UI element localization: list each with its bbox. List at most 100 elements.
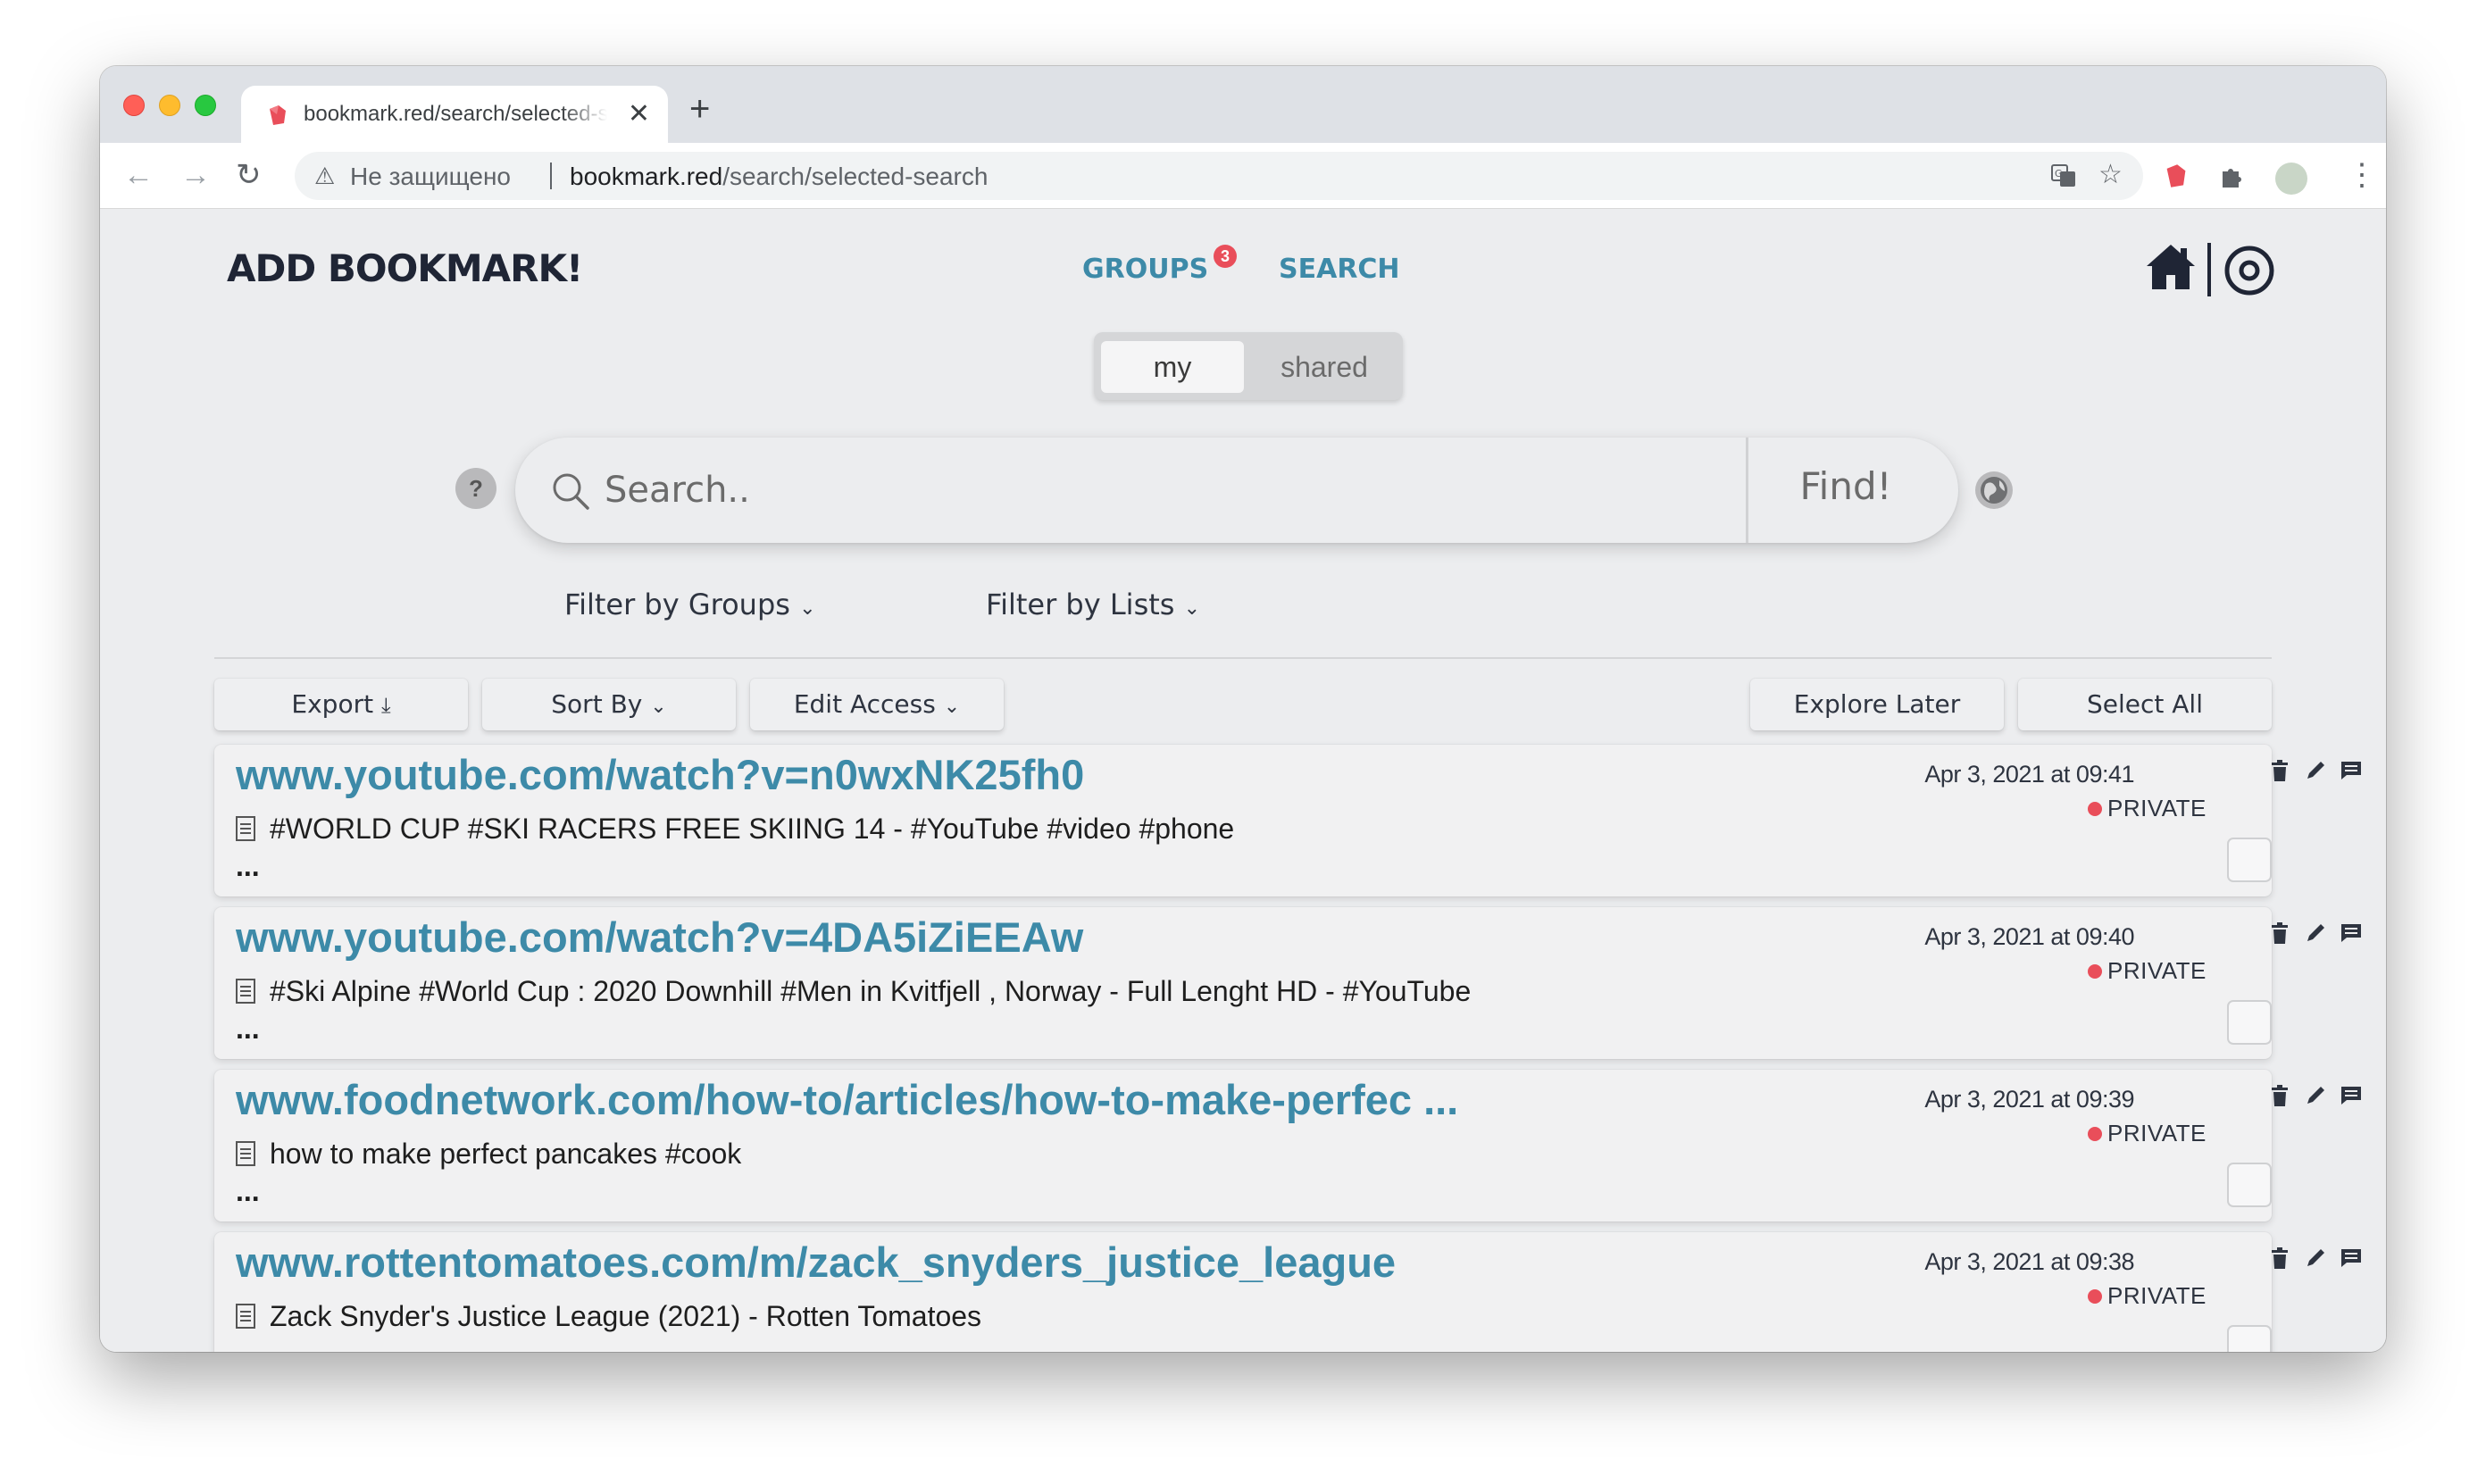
- forward-arrow-icon[interactable]: →: [180, 157, 211, 193]
- expand-more-button[interactable]: ...: [236, 1175, 260, 1208]
- bookmark-description: #WORLD CUP #SKI RACERS FREE SKIING 14 - …: [270, 813, 1235, 845]
- scope-my-button[interactable]: my: [1101, 341, 1244, 393]
- chevron-down-icon: ⌄: [799, 597, 816, 620]
- browser-tab[interactable]: bookmark.red/search/selected-search ✕: [241, 86, 668, 143]
- expand-more-button[interactable]: ...: [236, 850, 260, 883]
- add-bookmark-logo[interactable]: ADD BOOKMARK!: [227, 246, 583, 290]
- document-icon: [236, 816, 255, 841]
- browser-window: bookmark.red/search/selected-search ✕ + …: [100, 66, 2386, 1352]
- scope-shared-button[interactable]: shared: [1253, 341, 1396, 393]
- bookmark-date: Apr 3, 2021 at 09:41: [1924, 761, 2134, 788]
- nav-search-link[interactable]: SEARCH: [1279, 254, 1400, 285]
- select-all-button[interactable]: Select All: [2018, 679, 2272, 730]
- security-status-text[interactable]: Не защищено: [350, 163, 511, 191]
- not-secure-warning-icon[interactable]: ⚠: [314, 163, 335, 190]
- edit-pencil-icon[interactable]: [2304, 759, 2327, 782]
- tab-close-icon[interactable]: ✕: [628, 98, 650, 130]
- filter-by-lists-dropdown[interactable]: Filter by Lists ⌄: [986, 588, 1200, 621]
- extensions-puzzle-icon[interactable]: [2218, 163, 2245, 189]
- document-icon: [236, 979, 255, 1004]
- bookmark-card: www.rottentomatoes.com/m/zack_snyders_ju…: [214, 1232, 2361, 1352]
- bookmark-card: www.youtube.com/watch?v=4DA5iZiEEAw #Ski …: [214, 907, 2361, 1059]
- search-input[interactable]: [605, 459, 1730, 521]
- back-arrow-icon[interactable]: ←: [123, 157, 154, 193]
- address-bar[interactable]: ⚠ Не защищено bookmark.red/search/select…: [295, 152, 2143, 200]
- reload-icon[interactable]: ↻: [236, 157, 262, 193]
- url-host: bookmark.red: [570, 163, 723, 190]
- tab-title: bookmark.red/search/selected-search: [304, 102, 607, 126]
- select-checkbox[interactable]: [2227, 1325, 2272, 1352]
- search-icon: [553, 473, 589, 510]
- new-tab-button[interactable]: +: [689, 91, 710, 127]
- bookmark-url-link[interactable]: www.youtube.com/watch?v=n0wxNK25fh0: [236, 750, 1084, 799]
- export-button[interactable]: Export ⤓: [214, 679, 468, 730]
- section-divider: [214, 657, 2272, 659]
- zoom-window-button[interactable]: [195, 95, 216, 116]
- nav-groups-link[interactable]: GROUPS: [1082, 254, 1208, 285]
- close-window-button[interactable]: [123, 95, 145, 116]
- chevron-down-icon: ⌄: [1183, 597, 1201, 620]
- help-icon[interactable]: ?: [455, 468, 496, 509]
- explore-later-button[interactable]: Explore Later: [1750, 679, 2004, 730]
- translate-icon[interactable]: G: [2050, 163, 2077, 189]
- bookmark-red-extension-icon[interactable]: [2163, 163, 2190, 189]
- bookmark-date: Apr 3, 2021 at 09:39: [1924, 1086, 2134, 1113]
- edit-pencil-icon[interactable]: [2304, 1246, 2327, 1270]
- access-status-label: PRIVATE: [2107, 957, 2207, 984]
- expand-more-button[interactable]: ...: [236, 1013, 260, 1046]
- comment-icon[interactable]: [2340, 759, 2363, 782]
- title-bar: bookmark.red/search/selected-search ✕ +: [100, 66, 2386, 143]
- url-text[interactable]: bookmark.red/search/selected-search: [570, 163, 988, 191]
- minimize-window-button[interactable]: [159, 95, 180, 116]
- expand-more-button[interactable]: ...: [236, 1338, 260, 1352]
- export-label: Export: [291, 689, 374, 719]
- browser-menu-icon[interactable]: ⋮: [2347, 157, 2377, 193]
- edit-pencil-icon[interactable]: [2304, 921, 2327, 945]
- bookmark-url-link[interactable]: www.rottentomatoes.com/m/zack_snyders_ju…: [236, 1238, 1396, 1287]
- svg-text:G: G: [2055, 168, 2063, 179]
- home-icon[interactable]: [2145, 241, 2197, 293]
- bookmark-description: Zack Snyder's Justice League (2021) - Ro…: [270, 1300, 982, 1332]
- edit-pencil-icon[interactable]: [2304, 1084, 2327, 1107]
- find-button[interactable]: Find!: [1756, 464, 1935, 508]
- delete-trash-icon[interactable]: [2268, 759, 2291, 782]
- delete-trash-icon[interactable]: [2268, 1246, 2291, 1270]
- access-status-label: PRIVATE: [2107, 795, 2207, 821]
- private-status-dot: [2088, 964, 2102, 979]
- browser-toolbar: ← → ↻ ⚠ Не защищено bookmark.red/search/…: [100, 143, 2386, 209]
- bookmark-card: www.foodnetwork.com/how-to/articles/how-…: [214, 1070, 2361, 1221]
- chevron-down-icon: ⌄: [943, 696, 961, 718]
- address-separator: [550, 163, 552, 189]
- url-path: /search/selected-search: [722, 163, 989, 190]
- bookmark-url-link[interactable]: www.foodnetwork.com/how-to/articles/how-…: [236, 1075, 1458, 1124]
- scope-toggle: my shared: [1094, 332, 1403, 400]
- select-checkbox[interactable]: [2227, 1163, 2272, 1207]
- comment-icon[interactable]: [2340, 1246, 2363, 1270]
- comment-icon[interactable]: [2340, 1084, 2363, 1107]
- globe-icon[interactable]: [1973, 470, 2015, 511]
- download-icon: ⤓: [380, 693, 391, 718]
- sort-by-label: Sort By: [551, 689, 643, 719]
- profile-target-icon[interactable]: [2223, 245, 2275, 296]
- delete-trash-icon[interactable]: [2268, 921, 2291, 945]
- filter-lists-label: Filter by Lists: [986, 588, 1175, 621]
- access-status-label: PRIVATE: [2107, 1282, 2207, 1309]
- chevron-down-icon: ⌄: [650, 696, 667, 718]
- bookmark-url-link[interactable]: www.youtube.com/watch?v=4DA5iZiEEAw: [236, 913, 1083, 962]
- delete-trash-icon[interactable]: [2268, 1084, 2291, 1107]
- select-checkbox[interactable]: [2227, 838, 2272, 882]
- header-divider: [2207, 243, 2211, 296]
- groups-count-badge: 3: [1214, 245, 1237, 268]
- edit-access-dropdown[interactable]: Edit Access ⌄: [750, 679, 1004, 730]
- filter-groups-label: Filter by Groups: [564, 588, 790, 621]
- select-checkbox[interactable]: [2227, 1000, 2272, 1045]
- comment-icon[interactable]: [2340, 921, 2363, 945]
- bookmark-star-icon[interactable]: ☆: [2098, 159, 2123, 190]
- filter-by-groups-dropdown[interactable]: Filter by Groups ⌄: [564, 588, 816, 621]
- bookmark-description: #Ski Alpine #World Cup : 2020 Downhill #…: [270, 975, 1472, 1007]
- profile-avatar[interactable]: [2275, 163, 2307, 195]
- sort-by-dropdown[interactable]: Sort By ⌄: [482, 679, 736, 730]
- access-status-label: PRIVATE: [2107, 1120, 2207, 1146]
- private-status-dot: [2088, 802, 2102, 816]
- private-status-dot: [2088, 1127, 2102, 1141]
